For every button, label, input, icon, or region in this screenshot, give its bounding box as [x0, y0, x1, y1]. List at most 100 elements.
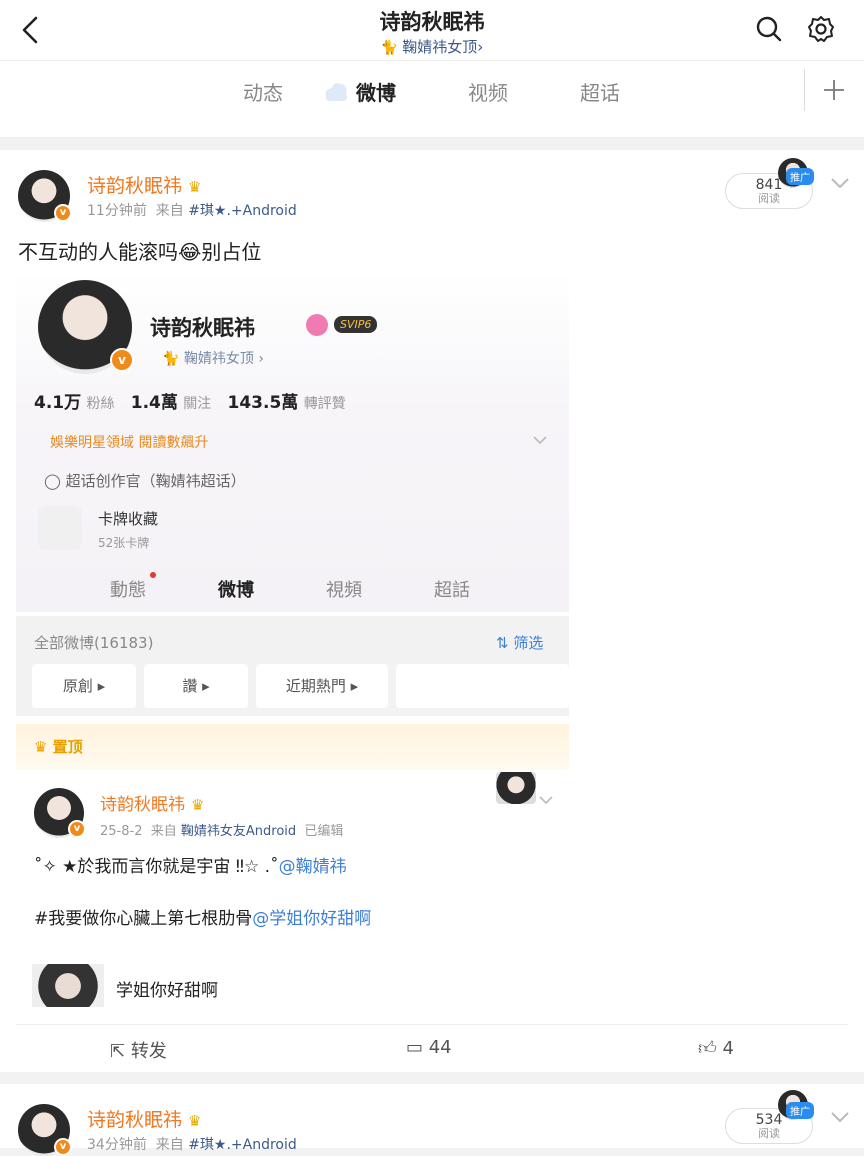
post-image[interactable]: v 诗韵秋眠祎 SVIP6 🐈 鞠婧祎女顶 › 4.1万 粉絲 1.4萬 關注 … — [16, 272, 569, 1007]
post-meta: 11分钟前 来自 #琪★.+Android — [87, 200, 297, 220]
crown-icon: ♛ — [188, 1112, 202, 1130]
screenshot-pinned-bar: ♛ 置顶 — [16, 724, 569, 770]
like-count: 4 — [722, 1038, 734, 1059]
inner-text-line1: ˚✧ ★於我而言你就是宇宙 ‼☆ .˚@鞠婧祎 — [34, 852, 347, 877]
post-source[interactable]: #琪★.+Android — [188, 203, 297, 219]
screenshot-chip-original: 原創 ▸ — [32, 664, 136, 708]
tab-supertopic[interactable]: 超话 — [580, 77, 620, 106]
post-actions: ⇱ 转发 ▭ 44 👍︎ 4 — [16, 1024, 848, 1074]
comment-button[interactable]: ▭ 44 — [406, 1037, 452, 1058]
screenshot-subtitle-text: 鞠婧祎女顶 › — [183, 351, 264, 367]
promo-tag: 推广 — [786, 1102, 814, 1119]
screenshot-stats: 4.1万 粉絲 1.4萬 關注 143.5萬 轉評贊 — [34, 388, 346, 413]
inner-verified-icon: v — [68, 820, 86, 838]
screenshot-verified-icon: v — [110, 348, 134, 372]
search-icon[interactable] — [752, 12, 786, 46]
screenshot-tab-dynamics: 動態 — [110, 580, 146, 601]
promo-tag: 推广 — [786, 168, 814, 185]
pinned-text: 置顶 — [52, 738, 83, 756]
post-author[interactable]: 诗韵秋眠祎 ♛ — [87, 1105, 201, 1132]
screenshot-filter: ⇅ 筛选 — [496, 632, 543, 653]
follow-label: 關注 — [183, 396, 212, 412]
tab-weibo-cloud-icon — [325, 83, 348, 101]
chevron-down-icon[interactable] — [830, 1110, 850, 1124]
post-from-label: 来自 — [155, 1137, 184, 1153]
post-text: 不互动的人能滚吗😂别占位 — [18, 240, 262, 264]
tab-weibo[interactable]: 微博 — [356, 77, 396, 106]
profile-tabs: 动态 微博 视频 超话 — [0, 60, 864, 118]
screenshot-chip-hot: 近期熱門 ▸ — [256, 664, 388, 708]
follow-count: 1.4萬 — [130, 393, 178, 413]
inner-promo-image — [496, 772, 536, 804]
verified-badge-icon: v — [54, 1138, 72, 1156]
post-meta: 34分钟前 来自 #琪★.+Android — [87, 1134, 297, 1154]
inner-chevron-icon — [539, 796, 553, 805]
post-author-name: 诗韵秋眠祎 — [87, 1109, 183, 1131]
inner-mention1: @鞠婧祎 — [278, 857, 347, 877]
tab-dynamics[interactable]: 动态 — [243, 77, 283, 106]
screenshot-tab-video: 視頻 — [326, 580, 362, 601]
inner-crown-icon: ♛ — [191, 796, 205, 814]
tab-video[interactable]: 视频 — [468, 77, 508, 106]
page-title: 诗韵秋眠祎 — [379, 10, 485, 34]
repost-button-label: 转发 — [130, 1041, 167, 1062]
like-icon: 👍︎ — [698, 1038, 723, 1059]
filter-icon: ⇅ — [496, 634, 514, 652]
plus-icon — [824, 80, 844, 100]
screenshot-chip-like: 讚 ▸ — [144, 664, 248, 708]
post-time: 11分钟前 — [87, 203, 147, 219]
post-card: v 诗韵秋眠祎 ♛ 34分钟前 来自 #琪★.+Android 534 阅读 推广 — [0, 1084, 864, 1156]
card-collection-icon — [38, 506, 82, 550]
repost-button[interactable]: ⇱ 转发 — [110, 1037, 167, 1063]
add-tab-button[interactable] — [804, 69, 864, 111]
card-collection-title: 卡牌收藏 — [98, 510, 159, 528]
repost-count: 143.5萬 — [227, 393, 299, 413]
inner-line2-text: #我要做你心臟上第七根肋骨 — [34, 909, 253, 929]
screenshot-tab-supertopic: 超話 — [434, 580, 470, 601]
screenshot-tab-weibo: 微博 — [218, 580, 254, 601]
filter-label: 筛选 — [513, 634, 544, 652]
like-button[interactable]: 👍︎ 4 — [698, 1037, 734, 1059]
subtitle-text: 鞠婧祎女顶 — [402, 38, 478, 56]
screenshot-all-count: 全部微博(16183) — [34, 634, 154, 652]
inner-source: 鞠婧祎女友Android — [180, 824, 297, 839]
inner-author-name: 诗韵秋眠祎 — [100, 795, 185, 815]
repost-icon: ⇱ — [110, 1041, 131, 1062]
comment-count: 44 — [428, 1037, 452, 1058]
inner-mention2: @学姐你好甜啊 — [252, 909, 372, 929]
post-time: 34分钟前 — [87, 1137, 147, 1153]
inner-line1-text: ˚✧ ★於我而言你就是宇宙 ‼☆ .˚ — [34, 857, 279, 877]
screenshot-star-line: 娛樂明星領域 閱讀數飆升 — [50, 435, 209, 451]
screenshot-subtitle: 🐈 鞠婧祎女顶 › — [162, 348, 264, 368]
read-label: 阅读 — [758, 192, 780, 205]
pinned-label: ♛ 置顶 — [34, 736, 83, 757]
inner-date: 25-8-2 — [100, 824, 143, 839]
comment-icon: ▭ — [406, 1037, 429, 1058]
previous-post-edge — [0, 118, 864, 138]
post-divider — [0, 1072, 864, 1084]
inner-meta: 25-8-2 来自 鞠婧祎女友Android 已编辑 — [100, 820, 343, 839]
subtitle-arrow: › — [477, 38, 484, 56]
post-author[interactable]: 诗韵秋眠祎 ♛ — [87, 171, 201, 198]
verified-badge-icon: v — [54, 204, 72, 222]
cat-icon: 🐈 — [380, 40, 399, 56]
screenshot-vip-badge: SVIP6 — [334, 316, 378, 333]
post-source[interactable]: #琪★.+Android — [188, 1137, 297, 1153]
repost-label: 轉評贊 — [303, 396, 346, 412]
inner-author: 诗韵秋眠祎 ♛ — [100, 790, 204, 815]
inner-edited: 已编辑 — [304, 824, 344, 839]
fans-count: 4.1万 — [34, 393, 82, 413]
top-bar: 诗韵秋眠祎 🐈 鞠婧祎女顶› — [0, 0, 864, 60]
screenshot-cat-icon: 🐈 — [162, 351, 184, 367]
inner-card-title: 学姐你好甜啊 — [116, 981, 218, 1001]
user-subtitle-link[interactable]: 🐈 鞠婧祎女顶› — [0, 36, 864, 57]
screenshot-chevron-icon — [533, 436, 547, 445]
gear-icon[interactable] — [804, 12, 838, 46]
read-label: 阅读 — [758, 1127, 780, 1140]
crown-icon: ♛ — [188, 178, 202, 196]
chevron-down-icon[interactable] — [830, 176, 850, 190]
fans-label: 粉絲 — [86, 396, 115, 412]
screenshot-pink-badge-icon — [306, 314, 328, 336]
inner-from: 来自 — [150, 824, 177, 839]
red-dot-icon — [150, 572, 156, 578]
